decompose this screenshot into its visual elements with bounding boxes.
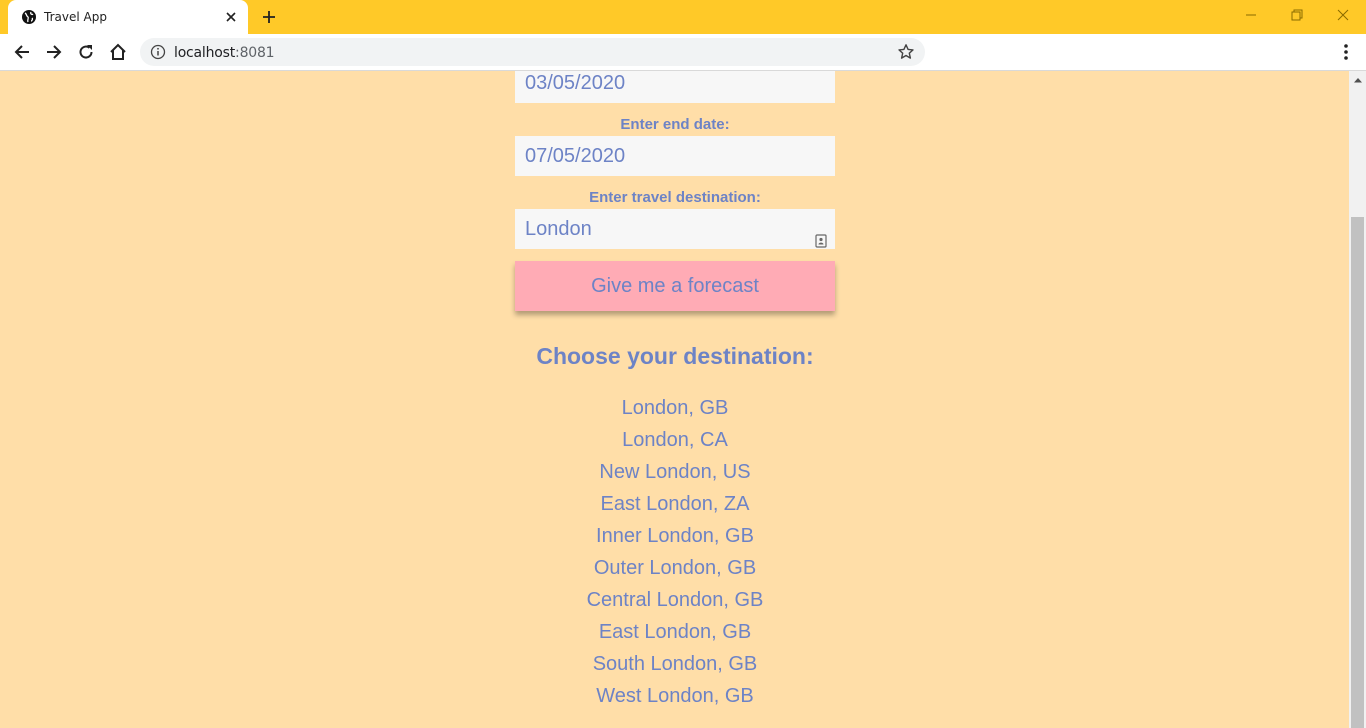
tab-title: Travel App — [44, 10, 107, 24]
destination-item[interactable]: East London, GB — [475, 619, 875, 651]
scrollbar-thumb[interactable] — [1351, 217, 1364, 728]
destination-item[interactable]: Central London, GB — [475, 587, 875, 619]
destination-item[interactable]: Outer London, GB — [475, 555, 875, 587]
destination-item[interactable]: West London, GB — [475, 683, 875, 715]
browser-tab[interactable]: Travel App — [8, 0, 248, 34]
reload-icon[interactable] — [74, 40, 98, 64]
page-viewport: 03/05/2020 Enter end date: 07/05/2020 En… — [0, 71, 1349, 728]
close-tab-icon[interactable] — [222, 8, 240, 26]
restore-icon[interactable] — [1274, 0, 1320, 30]
destination-list: London, GB London, CA New London, US Eas… — [475, 395, 875, 715]
url-port: :8081 — [235, 45, 275, 61]
tab-strip: Travel App — [0, 0, 1366, 34]
destination-item[interactable]: London, GB — [475, 395, 875, 427]
destination-item[interactable]: Inner London, GB — [475, 523, 875, 555]
back-arrow-icon[interactable] — [10, 40, 34, 64]
end-date-input[interactable]: 07/05/2020 — [515, 136, 835, 176]
home-icon[interactable] — [106, 40, 130, 64]
close-window-icon[interactable] — [1320, 0, 1366, 30]
destination-input-value: London — [525, 218, 592, 240]
destination-item[interactable]: New London, US — [475, 459, 875, 491]
destination-input[interactable]: London — [515, 209, 835, 249]
end-date-label: Enter end date: — [620, 116, 730, 133]
browser-toolbar: localhost:8081 — [0, 34, 1366, 71]
autofill-contact-icon[interactable] — [815, 222, 827, 248]
url-text: localhost:8081 — [174, 45, 275, 61]
forward-arrow-icon[interactable] — [42, 40, 66, 64]
destination-item[interactable]: East London, ZA — [475, 491, 875, 523]
scroll-up-arrow-icon[interactable] — [1349, 71, 1366, 88]
destination-item[interactable]: London, CA — [475, 427, 875, 459]
bookmark-star-icon[interactable] — [897, 43, 915, 61]
address-bar[interactable]: localhost:8081 — [140, 38, 925, 66]
destination-item[interactable]: South London, GB — [475, 651, 875, 683]
new-tab-icon[interactable] — [259, 7, 279, 27]
give-forecast-button[interactable]: Give me a forecast — [515, 261, 835, 311]
destination-label: Enter travel destination: — [589, 189, 761, 206]
vertical-scrollbar[interactable] — [1349, 71, 1366, 728]
destination-heading: Choose your destination: — [536, 343, 814, 369]
url-host: localhost — [174, 45, 236, 61]
start-date-input[interactable]: 03/05/2020 — [515, 71, 835, 103]
kebab-menu-icon[interactable] — [1336, 42, 1356, 62]
info-icon[interactable] — [150, 44, 166, 60]
minimize-icon[interactable] — [1228, 0, 1274, 30]
globe-icon — [21, 9, 37, 25]
